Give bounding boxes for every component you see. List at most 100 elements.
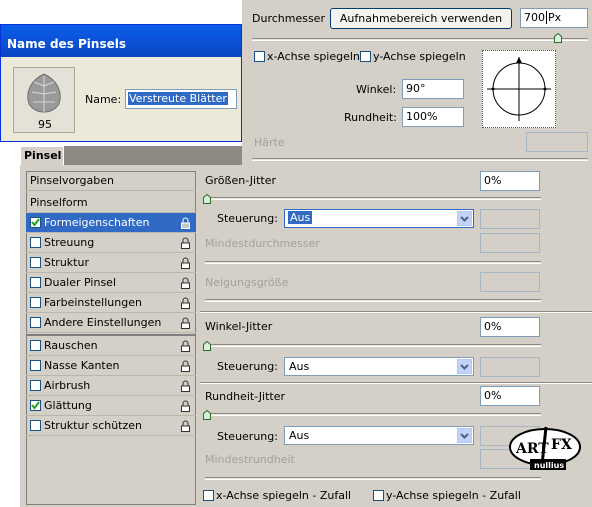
- sidebar-item-glaettung[interactable]: Glättung: [26, 396, 196, 416]
- tab-pinsel[interactable]: Pinsel: [20, 146, 64, 165]
- chevron-down-icon[interactable]: [457, 359, 472, 374]
- roundness-control-value: Aus: [289, 429, 310, 442]
- chevron-down-icon[interactable]: [457, 428, 472, 443]
- angle-jitter-slider-track[interactable]: [205, 344, 541, 347]
- angle-roundness-preview[interactable]: [482, 50, 556, 128]
- angle-jitter-input[interactable]: 0%: [480, 317, 540, 337]
- angle-crosshair-icon: [487, 57, 551, 121]
- flip-y-jitter-checkbox[interactable]: [373, 490, 384, 501]
- sidebar-item-andere-einstellungen[interactable]: Andere Einstellungen: [26, 313, 196, 333]
- name-label: Name:: [85, 93, 122, 106]
- lock-icon[interactable]: [180, 360, 191, 372]
- size-control-dropdown[interactable]: Aus: [284, 209, 474, 228]
- angle-control-dropdown[interactable]: Aus: [284, 357, 474, 376]
- angle-control-label: Steuerung:: [217, 360, 278, 373]
- diameter-slider-track[interactable]: [252, 38, 588, 41]
- airbrush-checkbox[interactable]: [30, 380, 41, 391]
- roundness-input[interactable]: 100%: [402, 107, 464, 127]
- sidebar-item-rauschen[interactable]: Rauschen: [26, 336, 196, 356]
- lock-icon[interactable]: [180, 257, 191, 269]
- sidebar-item-streuung[interactable]: Streuung: [26, 233, 196, 253]
- sample-size-button[interactable]: Aufnahmebereich verwenden: [330, 8, 512, 29]
- brush-size-number: 95: [38, 118, 52, 131]
- roundness-jitter-label: Rundheit-Jitter: [205, 390, 285, 403]
- angle-jitter-slider-thumb[interactable]: [203, 341, 211, 351]
- sidebar-item-struktur-schuetzen[interactable]: Struktur schützen: [26, 416, 196, 436]
- lock-icon[interactable]: [180, 217, 191, 229]
- brush-name-input[interactable]: Verstreute Blätter: [125, 89, 237, 109]
- sidebar-item-formeigenschaften[interactable]: Formeigenschaften: [26, 213, 196, 233]
- size-control-value: Aus: [288, 211, 313, 224]
- roundness-jitter-slider-track[interactable]: [205, 413, 541, 416]
- flip-x-checkbox[interactable]: [254, 51, 265, 62]
- struktur-label: Struktur: [44, 256, 89, 269]
- sidebar-item-tip-shape[interactable]: Pinselform: [26, 193, 196, 213]
- sidebar-item-struktur[interactable]: Struktur: [26, 253, 196, 273]
- angle-input[interactable]: 90°: [402, 79, 464, 99]
- roundness-jitter-value: 0%: [484, 389, 502, 402]
- brush-name-dialog: Name des Pinsels 95 Name: Verstreute Blä…: [0, 24, 242, 142]
- watermark-text-fx: FX: [551, 437, 572, 453]
- tip-shape-panel: Durchmesser Aufnahmebereich verwenden 70…: [242, 0, 592, 165]
- sidebar-item-presets[interactable]: Pinselvorgaben: [26, 171, 196, 191]
- watermark-sub: nullius: [534, 461, 564, 470]
- dualer-pinsel-checkbox[interactable]: [30, 277, 41, 288]
- roundness-label: Rundheit:: [344, 111, 397, 124]
- flip-x-jitter-checkbox[interactable]: [203, 490, 214, 501]
- struktur-schuetzen-label: Struktur schützen: [44, 419, 143, 432]
- diameter-input[interactable]: 700 Px: [520, 8, 588, 28]
- lock-icon[interactable]: [180, 277, 191, 289]
- angle-control-value: Aus: [289, 360, 310, 373]
- size-jitter-slider-track[interactable]: [205, 197, 541, 200]
- roundness-control-dropdown[interactable]: Aus: [284, 426, 474, 445]
- chevron-down-icon[interactable]: [457, 211, 472, 226]
- struktur-checkbox[interactable]: [30, 257, 41, 268]
- sidebar-item-farbeinstellungen[interactable]: Farbeinstellungen: [26, 293, 196, 313]
- lock-icon[interactable]: [180, 237, 191, 249]
- roundness-jitter-slider-thumb[interactable]: [203, 410, 211, 420]
- andere-einstellungen-checkbox[interactable]: [30, 317, 41, 328]
- dualer-pinsel-label: Dualer Pinsel: [44, 276, 116, 289]
- hardness-label: Härte: [254, 136, 285, 149]
- artifx-watermark-logo: ART FX nullius: [508, 425, 582, 473]
- watermark-text-art: ART: [515, 441, 549, 457]
- sidebar-item-dualer-pinsel[interactable]: Dualer Pinsel: [26, 273, 196, 293]
- lock-icon[interactable]: [180, 400, 191, 412]
- glaettung-label: Glättung: [44, 399, 92, 412]
- andere-einstellungen-label: Andere Einstellungen: [44, 316, 162, 329]
- diameter-slider-thumb[interactable]: [554, 33, 562, 43]
- farbeinstellungen-label: Farbeinstellungen: [44, 296, 142, 309]
- sidebar-tip-shape-label: Pinselform: [30, 196, 88, 209]
- nasse-kanten-checkbox[interactable]: [30, 360, 41, 371]
- streuung-checkbox[interactable]: [30, 237, 41, 248]
- sidebar-item-nasse-kanten[interactable]: Nasse Kanten: [26, 356, 196, 376]
- roundness-jitter-input[interactable]: 0%: [480, 386, 540, 406]
- size-jitter-slider-thumb[interactable]: [203, 194, 211, 204]
- struktur-schuetzen-checkbox[interactable]: [30, 420, 41, 431]
- brush-preview-box: 95: [13, 67, 75, 133]
- glaettung-checkbox[interactable]: [30, 400, 41, 411]
- size-jitter-value: 0%: [484, 174, 502, 187]
- tab-pinsel-label: Pinsel: [24, 149, 62, 162]
- rauschen-checkbox[interactable]: [30, 340, 41, 351]
- sidebar-item-airbrush[interactable]: Airbrush: [26, 376, 196, 396]
- formeigenschaften-checkbox[interactable]: [30, 217, 41, 228]
- hardness-input: [526, 132, 588, 152]
- flip-y-jitter-label: y-Achse spiegeln - Zufall: [386, 489, 521, 502]
- lock-icon[interactable]: [180, 317, 191, 329]
- dialog-title: Name des Pinsels: [7, 37, 126, 51]
- angle-control-extra-input: [480, 357, 540, 377]
- farbeinstellungen-checkbox[interactable]: [30, 297, 41, 308]
- flip-y-label: y-Achse spiegeln: [373, 50, 466, 63]
- size-jitter-label: Größen-Jitter: [205, 174, 277, 187]
- size-jitter-input[interactable]: 0%: [480, 171, 540, 191]
- lock-icon[interactable]: [180, 420, 191, 432]
- size-control-label: Steuerung:: [217, 212, 278, 225]
- lock-icon[interactable]: [180, 297, 191, 309]
- formeigenschaften-label: Formeigenschaften: [44, 216, 150, 229]
- flip-y-checkbox[interactable]: [360, 51, 371, 62]
- lock-icon[interactable]: [180, 340, 191, 352]
- lock-icon[interactable]: [180, 380, 191, 392]
- min-diameter-slider-track: [205, 261, 541, 264]
- roundness-value: 100%: [406, 110, 438, 123]
